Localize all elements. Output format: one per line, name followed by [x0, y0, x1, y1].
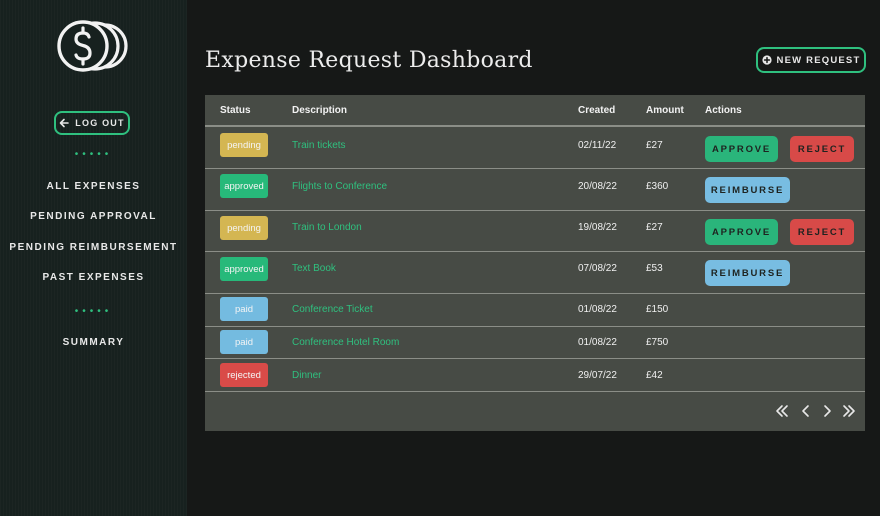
new-request-label: NEW REQUEST	[776, 54, 861, 66]
amount: £360	[646, 181, 669, 192]
nav-summary[interactable]: SUMMARY	[0, 337, 187, 348]
created-date: 01/08/22	[578, 337, 617, 348]
created-date: 20/08/22	[578, 181, 617, 192]
description-link[interactable]: Conference Hotel Room	[292, 337, 399, 348]
column-header-description: Description	[292, 105, 348, 116]
column-header-status: Status	[220, 105, 251, 116]
next-page-icon[interactable]	[819, 403, 835, 419]
reimburse-button[interactable]: REIMBURSE	[705, 260, 790, 286]
reject-button[interactable]: REJECT	[790, 136, 854, 162]
amount: £750	[646, 337, 669, 348]
status-badge: pending	[220, 216, 268, 240]
status-badge: paid	[220, 297, 268, 321]
approve-button[interactable]: APPROVE	[705, 136, 778, 162]
approve-button[interactable]: APPROVE	[705, 219, 778, 245]
created-date: 01/08/22	[578, 304, 617, 315]
description-link[interactable]: Flights to Conference	[292, 181, 387, 192]
first-page-icon[interactable]	[774, 403, 790, 419]
nav-pending-approval[interactable]: PENDING APPROVAL	[0, 211, 187, 222]
page-title: Expense Request Dashboard	[205, 48, 533, 73]
description-link[interactable]: Conference Ticket	[292, 304, 373, 315]
reject-button[interactable]: REJECT	[790, 219, 854, 245]
expense-table: Status Description Created Amount Action…	[205, 95, 865, 431]
created-date: 02/11/22	[578, 140, 617, 151]
nav-past-expenses[interactable]: PAST EXPENSES	[0, 272, 187, 283]
amount: £27	[646, 140, 663, 151]
table-row: approved Flights to Conference 20/08/22 …	[205, 169, 865, 211]
table-row: rejected Dinner 29/07/22 £42	[205, 359, 865, 392]
table-header: Status Description Created Amount Action…	[205, 95, 865, 127]
sidebar: LOG OUT ••••• ALL EXPENSES PENDING APPRO…	[0, 0, 187, 516]
table-row: pending Train tickets 02/11/22 £27 APPRO…	[205, 128, 865, 169]
amount: £150	[646, 304, 669, 315]
nav-pending-reimbursement[interactable]: PENDING REIMBURSEMENT	[0, 242, 187, 253]
description-link[interactable]: Text Book	[292, 263, 336, 274]
description-link[interactable]: Dinner	[292, 370, 321, 381]
amount: £53	[646, 263, 663, 274]
status-badge: approved	[220, 257, 268, 281]
previous-page-icon[interactable]	[798, 403, 814, 419]
created-date: 07/08/22	[578, 263, 617, 274]
new-request-button[interactable]: NEW REQUEST	[756, 47, 866, 73]
created-date: 29/07/22	[578, 370, 617, 381]
plus-circle-icon	[761, 55, 772, 65]
last-page-icon[interactable]	[841, 403, 857, 419]
logout-button[interactable]: LOG OUT	[54, 111, 130, 135]
dollar-coins-icon	[57, 20, 128, 72]
status-badge: approved	[220, 174, 268, 198]
status-badge: pending	[220, 133, 268, 157]
amount: £27	[646, 222, 663, 233]
reimburse-button[interactable]: REIMBURSE	[705, 177, 790, 203]
separator-dots: •••••	[74, 306, 113, 317]
status-badge: rejected	[220, 363, 268, 387]
created-date: 19/08/22	[578, 222, 617, 233]
table-row: pending Train to London 19/08/22 £27 APP…	[205, 211, 865, 252]
arrow-left-icon	[59, 118, 70, 128]
description-link[interactable]: Train to London	[292, 222, 362, 233]
column-header-created: Created	[578, 105, 616, 116]
column-header-amount: Amount	[646, 105, 684, 116]
description-link[interactable]: Train tickets	[292, 140, 346, 151]
table-row: paid Conference Hotel Room 01/08/22 £750	[205, 327, 865, 359]
amount: £42	[646, 370, 663, 381]
status-badge: paid	[220, 330, 268, 354]
separator-dots: •••••	[74, 149, 113, 160]
nav-all-expenses[interactable]: ALL EXPENSES	[0, 181, 187, 192]
logout-label: LOG OUT	[75, 118, 125, 128]
table-row: paid Conference Ticket 01/08/22 £150	[205, 294, 865, 327]
column-header-actions: Actions	[705, 105, 742, 116]
table-row: approved Text Book 07/08/22 £53 REIMBURS…	[205, 252, 865, 294]
